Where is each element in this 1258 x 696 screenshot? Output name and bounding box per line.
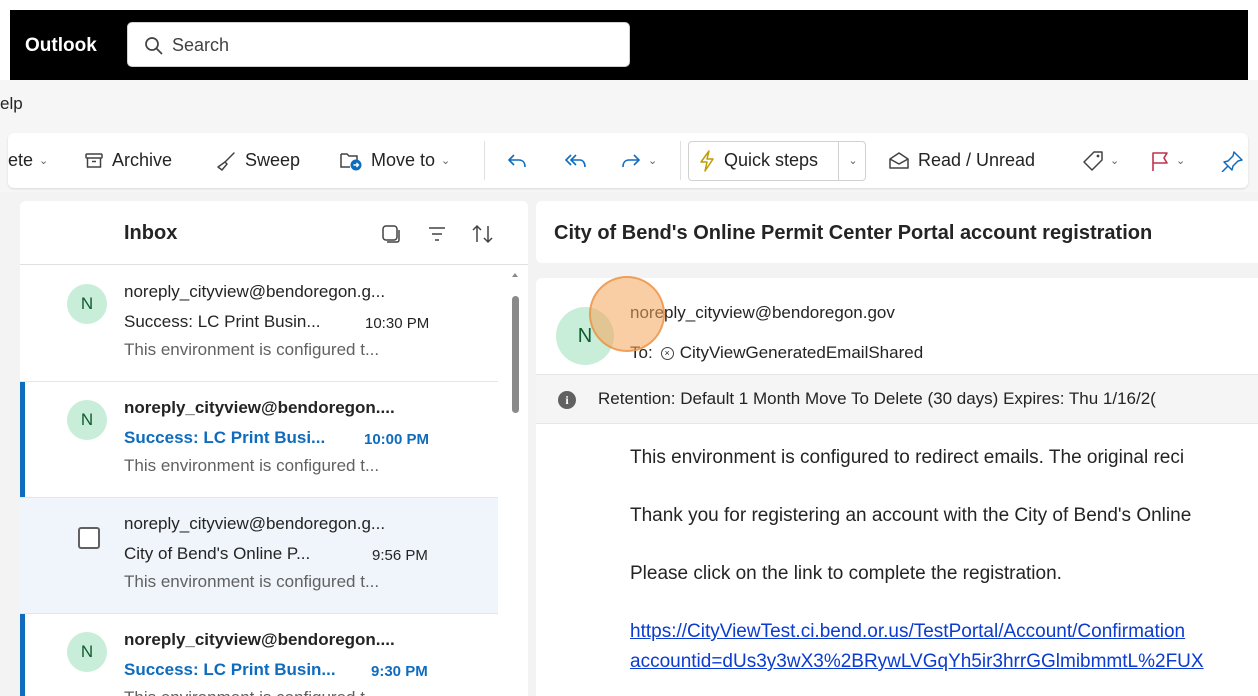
sort-icon[interactable]: [470, 223, 496, 250]
message-sender: noreply_cityview@bendoregon.g...: [124, 514, 386, 533]
reply-icon: [506, 151, 528, 171]
message-row[interactable]: N noreply_cityview@bendoregon.... Succes…: [20, 614, 498, 696]
message-time: 10:30 PM: [365, 315, 430, 332]
chevron-down-icon[interactable]: ⌄: [1176, 154, 1185, 167]
email-subject: City of Bend's Online Permit Center Port…: [554, 222, 1153, 244]
delete-button[interactable]: ete ⌄: [8, 133, 48, 188]
sender-address[interactable]: noreply_cityview@bendoregon.gov: [630, 303, 895, 323]
message-preview: This environment is configured t...: [124, 340, 380, 359]
folder-move-icon: [339, 150, 363, 172]
email-body-line: This environment is configured to redire…: [630, 447, 1185, 468]
sweep-label: Sweep: [245, 150, 301, 170]
pin-button[interactable]: [1220, 133, 1244, 188]
folder-title: Inbox: [124, 222, 178, 244]
forward-icon: [620, 151, 642, 171]
search-box[interactable]: [127, 22, 630, 67]
outlook-window: Outlook elp ete ⌄ Archive Sweep: [0, 0, 1258, 696]
message-preview: This environment is configured t...: [124, 688, 379, 696]
archive-button[interactable]: Archive: [84, 133, 172, 188]
unread-indicator: [20, 614, 25, 696]
message-subject: Success: LC Print Busi...: [124, 428, 326, 447]
archive-icon: [84, 151, 104, 171]
pin-icon: [1220, 150, 1244, 172]
message-preview: This environment is configured t...: [124, 572, 380, 591]
message-subject: Success: LC Print Busin...: [124, 660, 336, 679]
select-mode-icon[interactable]: [380, 223, 402, 250]
move-to-label: Move to: [371, 150, 436, 170]
reading-pane-subject-bar: City of Bend's Online Permit Center Port…: [536, 201, 1258, 263]
click-indicator: [589, 276, 665, 352]
message-sender: noreply_cityview@bendoregon.g...: [124, 282, 386, 301]
retention-banner: i Retention: Default 1 Month Move To Del…: [536, 374, 1258, 424]
message-row[interactable]: N noreply_cityview@bendoregon.... Succes…: [20, 382, 498, 498]
search-icon: [144, 36, 163, 60]
lightning-icon: [698, 149, 716, 172]
flag-button[interactable]: ⌄: [1150, 133, 1185, 188]
message-sender: noreply_cityview@bendoregon....: [124, 630, 395, 649]
chevron-down-icon[interactable]: ⌄: [39, 154, 48, 167]
message-sender: noreply_cityview@bendoregon....: [124, 398, 395, 417]
move-to-button[interactable]: Move to ⌄: [339, 133, 450, 188]
message-time: 9:56 PM: [372, 547, 428, 564]
broom-icon: [215, 150, 237, 172]
select-checkbox[interactable]: [78, 527, 100, 549]
chevron-down-icon: ⌄: [848, 155, 858, 167]
archive-label: Archive: [112, 150, 173, 170]
read-unread-button[interactable]: Read / Unread: [888, 133, 1035, 188]
envelope-open-icon: [888, 151, 910, 171]
quick-steps-divider: [838, 141, 839, 181]
confirmation-link-continued[interactable]: accountid=dUs3y3wX3%2BRywLVGqYh5ir3hrrGG…: [630, 651, 1204, 673]
avatar: N: [67, 400, 107, 440]
avatar: N: [67, 632, 107, 672]
scroll-up-arrow-icon[interactable]: [512, 273, 518, 277]
top-bar: Outlook: [10, 10, 1248, 80]
quick-steps-dropdown[interactable]: ⌄: [840, 133, 866, 188]
chevron-down-icon[interactable]: ⌄: [648, 154, 657, 167]
info-icon: i: [558, 391, 576, 409]
ribbon-divider: [680, 141, 681, 180]
delete-label: ete: [8, 150, 34, 170]
ribbon-toolbar: ete ⌄ Archive Sweep Move to ⌄ ⌄ Quick st…: [8, 133, 1248, 188]
scrollbar-thumb[interactable]: [512, 296, 519, 413]
message-time: 9:30 PM: [371, 663, 428, 680]
reply-all-button[interactable]: [564, 133, 588, 188]
confirmation-link[interactable]: https://CityViewTest.ci.bend.or.us/TestP…: [630, 621, 1185, 643]
remove-circle-icon: ×: [660, 346, 674, 360]
tag-icon: [1082, 150, 1104, 172]
unread-indicator: [20, 382, 25, 497]
recipient-name[interactable]: CityViewGeneratedEmailShared: [680, 343, 923, 363]
app-name[interactable]: Outlook: [25, 35, 97, 57]
ribbon-divider: [484, 141, 485, 180]
read-unread-label: Read / Unread: [918, 150, 1036, 170]
message-row[interactable]: N noreply_cityview@bendoregon.g... Succe…: [20, 266, 498, 382]
email-body-line: Thank you for registering an account wit…: [630, 505, 1192, 526]
quick-steps-label: Quick steps: [724, 150, 819, 170]
filter-icon[interactable]: [426, 223, 448, 250]
recipient-line: To: × CityViewGeneratedEmailShared: [630, 343, 923, 363]
message-list-header: Inbox: [20, 201, 528, 265]
message-list-scrollbar[interactable]: [504, 265, 528, 696]
menu-bar: elp: [0, 80, 1258, 130]
message-subject: Success: LC Print Busin...: [124, 312, 321, 331]
message-preview: This environment is configured t...: [124, 456, 380, 475]
message-time: 10:00 PM: [364, 431, 430, 448]
retention-text: Retention: Default 1 Month Move To Delet…: [598, 389, 1156, 408]
forward-button[interactable]: ⌄: [620, 133, 657, 188]
flag-icon: [1150, 150, 1170, 172]
chevron-down-icon[interactable]: ⌄: [441, 154, 450, 167]
avatar: N: [67, 284, 107, 324]
quick-steps-button[interactable]: Quick steps: [698, 133, 818, 188]
message-subject: City of Bend's Online P...: [124, 544, 311, 563]
reply-all-icon: [564, 151, 588, 171]
message-row[interactable]: noreply_cityview@bendoregon.g... City of…: [20, 498, 498, 614]
categorize-button[interactable]: ⌄: [1082, 133, 1119, 188]
menu-tab-help[interactable]: elp: [0, 94, 23, 114]
search-input[interactable]: [172, 31, 612, 59]
reply-button[interactable]: [506, 133, 528, 188]
message-list: Inbox N noreply_cityview@bendoregon.g...…: [20, 201, 528, 696]
chevron-down-icon[interactable]: ⌄: [1110, 154, 1119, 167]
email-body-line: Please click on the link to complete the…: [630, 563, 1062, 584]
sweep-button[interactable]: Sweep: [215, 133, 300, 188]
